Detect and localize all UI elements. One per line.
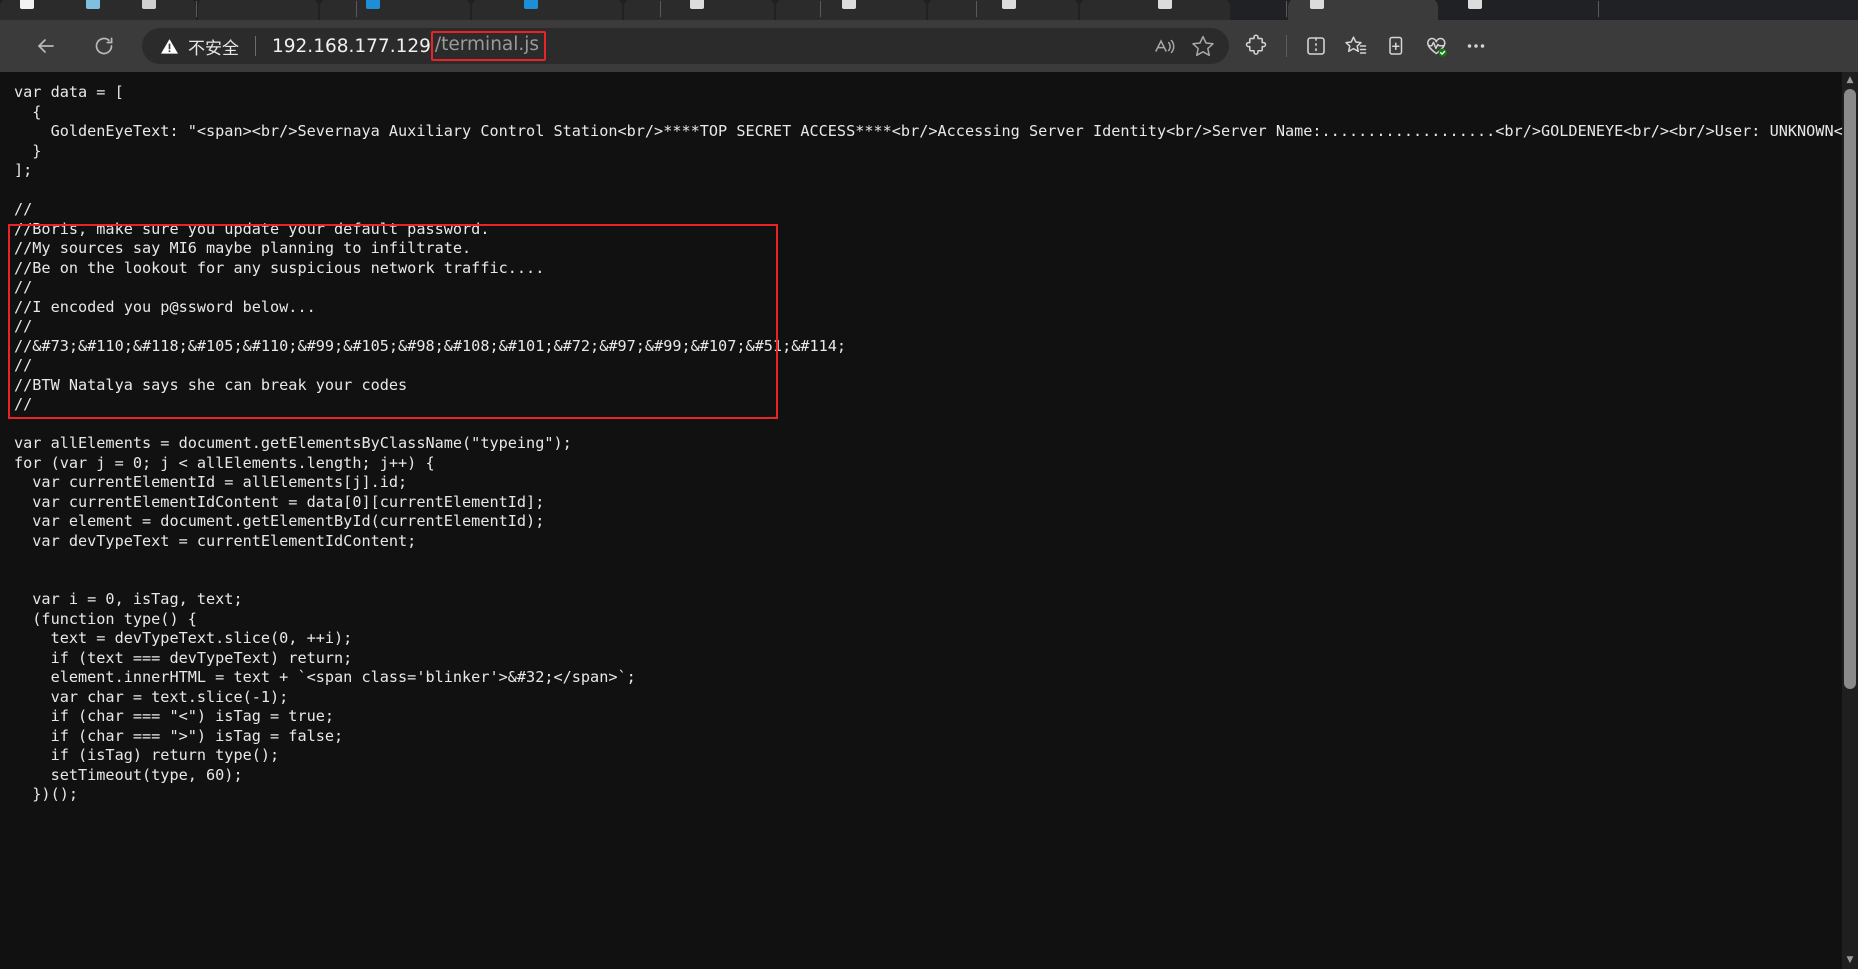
scrollbar-thumb[interactable] xyxy=(1844,89,1856,689)
browser-essentials-icon xyxy=(1426,37,1447,57)
address-bar[interactable]: 不安全 192.168.177.129 /terminal.js xyxy=(142,28,1229,64)
collections-button[interactable] xyxy=(1336,26,1376,66)
warning-triangle-icon xyxy=(161,38,178,54)
page-content-area: var data = [ { GoldenEyeText: "<span><br… xyxy=(0,72,1858,969)
back-button[interactable] xyxy=(26,26,66,66)
add-to-favorites-button[interactable] xyxy=(1376,26,1416,66)
url-host: 192.168.177.129 xyxy=(272,35,431,57)
tab-divider xyxy=(820,1,821,17)
reload-icon xyxy=(95,37,113,55)
scrollbar-down-arrow[interactable]: ▼ xyxy=(1842,952,1858,969)
tab-favicon xyxy=(86,0,100,9)
favorite-star-button[interactable] xyxy=(1183,26,1223,66)
url-display[interactable]: 192.168.177.129 /terminal.js xyxy=(272,31,547,61)
favorite-star-icon xyxy=(1192,35,1214,57)
tab-favicon xyxy=(1468,0,1482,9)
omnibox-actions xyxy=(1143,26,1223,66)
tab-item[interactable] xyxy=(1080,0,1230,20)
tab-favicon xyxy=(20,0,34,9)
tab-strip[interactable] xyxy=(0,0,1858,20)
settings-and-more-button[interactable] xyxy=(1456,26,1496,66)
browser-toolbar: 不安全 192.168.177.129 /terminal.js xyxy=(0,20,1858,72)
read-aloud-button[interactable] xyxy=(1143,26,1183,66)
tab-divider xyxy=(356,1,357,17)
split-screen-button[interactable] xyxy=(1296,26,1336,66)
terminal-js-source: var data = [ { GoldenEyeText: "<span><br… xyxy=(14,83,1842,803)
tab-divider xyxy=(1598,1,1599,17)
tab-divider xyxy=(196,1,197,17)
read-aloud-icon xyxy=(1154,38,1174,53)
tab-favicon xyxy=(690,0,704,9)
toolbar-divider xyxy=(1286,35,1287,57)
tab-favicon xyxy=(524,0,538,9)
security-label: 不安全 xyxy=(188,38,239,59)
scrollbar-up-arrow[interactable]: ▲ xyxy=(1842,72,1858,89)
tab-favicon xyxy=(842,0,856,9)
tab-favicon xyxy=(366,0,380,9)
tab-favicon xyxy=(142,0,156,9)
tab-favicon xyxy=(1158,0,1172,9)
extensions-button[interactable] xyxy=(1237,26,1277,66)
tab-favicon xyxy=(1002,0,1016,9)
reload-button[interactable] xyxy=(84,26,124,66)
tab-item[interactable] xyxy=(198,0,318,20)
toolbar-actions xyxy=(1237,26,1496,66)
collections-icon xyxy=(1345,36,1367,54)
tab-divider xyxy=(1286,1,1287,17)
tab-item[interactable] xyxy=(320,0,470,20)
tab-divider xyxy=(660,1,661,17)
tab-favicon xyxy=(1310,0,1324,9)
source-code-viewport[interactable]: var data = [ { GoldenEyeText: "<span><br… xyxy=(0,72,1842,969)
url-path-highlighted: /terminal.js xyxy=(430,31,547,61)
settings-and-more-icon xyxy=(1467,44,1485,48)
site-security-status[interactable]: 不安全 xyxy=(160,34,239,59)
browser-essentials-button[interactable] xyxy=(1416,26,1456,66)
extensions-icon xyxy=(1245,34,1267,55)
browser-window: 不安全 192.168.177.129 /terminal.js var dat… xyxy=(0,0,1858,969)
tab-item[interactable] xyxy=(472,0,622,20)
page-scrollbar[interactable]: ▲ ▼ xyxy=(1842,72,1858,969)
back-arrow-icon xyxy=(38,39,54,53)
omnibox-divider xyxy=(255,36,256,56)
tab-divider xyxy=(976,1,977,17)
split-screen-icon xyxy=(1307,37,1325,55)
add-to-favorites-icon xyxy=(1389,36,1403,55)
